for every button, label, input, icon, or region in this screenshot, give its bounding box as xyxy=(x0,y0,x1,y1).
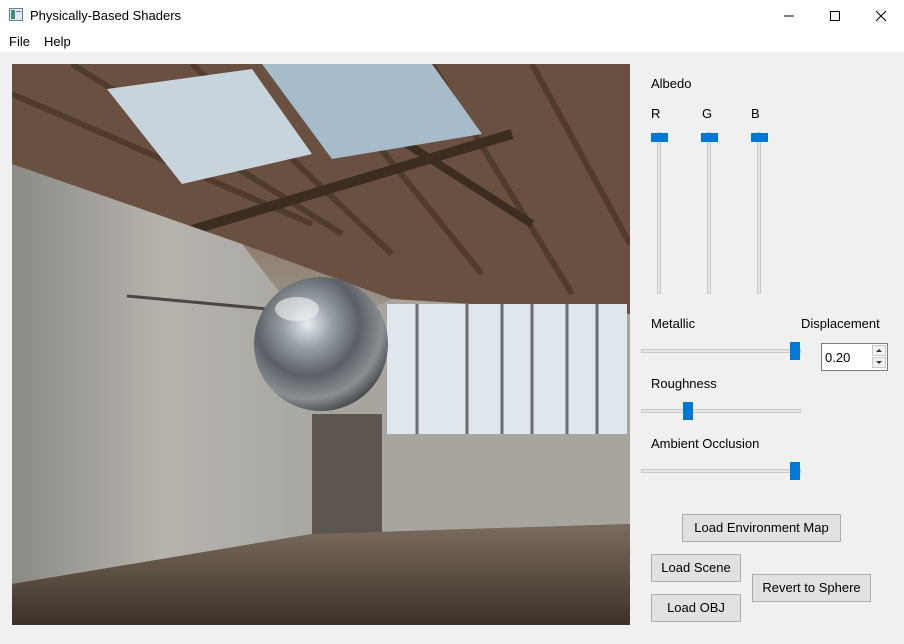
maximize-icon xyxy=(830,11,840,21)
minimize-icon xyxy=(784,15,794,17)
title-bar: Physically-Based Shaders xyxy=(0,0,904,31)
albedo-b-slider[interactable] xyxy=(750,132,768,294)
displacement-label: Displacement xyxy=(801,316,880,331)
slider-handle[interactable] xyxy=(683,402,693,420)
spin-up-icon[interactable] xyxy=(872,345,886,356)
revert-to-sphere-button[interactable]: Revert to Sphere xyxy=(752,574,871,602)
menu-file[interactable]: File xyxy=(9,34,30,49)
slider-track xyxy=(707,132,711,294)
slider-handle[interactable] xyxy=(790,342,800,360)
menu-bar: File Help xyxy=(0,31,904,52)
ambient-occlusion-label: Ambient Occlusion xyxy=(651,436,760,451)
displacement-value[interactable]: 0.20 xyxy=(825,350,850,365)
spin-down-icon[interactable] xyxy=(872,357,886,368)
app-icon xyxy=(9,8,23,21)
maximize-button[interactable] xyxy=(812,0,858,31)
slider-track xyxy=(757,132,761,294)
albedo-g-slider[interactable] xyxy=(700,132,718,294)
minimize-button[interactable] xyxy=(766,0,812,31)
slider-track xyxy=(641,349,801,353)
scene-render xyxy=(12,64,630,625)
roughness-slider[interactable] xyxy=(641,401,801,421)
load-environment-map-button[interactable]: Load Environment Map xyxy=(682,514,841,542)
close-icon xyxy=(875,10,887,22)
load-obj-button[interactable]: Load OBJ xyxy=(651,594,741,622)
slider-track xyxy=(641,469,801,473)
albedo-r-slider[interactable] xyxy=(650,132,668,294)
albedo-b-label: B xyxy=(751,106,760,121)
roughness-label: Roughness xyxy=(651,376,717,391)
slider-track xyxy=(641,409,801,413)
slider-track xyxy=(657,132,661,294)
slider-handle[interactable] xyxy=(701,133,718,142)
slider-handle[interactable] xyxy=(790,462,800,480)
displacement-spinbox[interactable]: 0.20 xyxy=(821,343,888,371)
slider-handle[interactable] xyxy=(651,133,668,142)
render-viewport[interactable] xyxy=(12,64,630,625)
metallic-slider[interactable] xyxy=(641,341,801,361)
albedo-r-label: R xyxy=(651,106,661,121)
albedo-g-label: G xyxy=(702,106,713,121)
menu-help[interactable]: Help xyxy=(44,34,71,49)
slider-handle[interactable] xyxy=(751,133,768,142)
load-scene-button[interactable]: Load Scene xyxy=(651,554,741,582)
spin-arrows xyxy=(872,345,886,369)
metallic-label: Metallic xyxy=(651,316,696,331)
albedo-label: Albedo xyxy=(651,76,692,91)
close-button[interactable] xyxy=(858,0,904,31)
window-title: Physically-Based Shaders xyxy=(30,8,182,23)
ambient-occlusion-slider[interactable] xyxy=(641,461,801,481)
